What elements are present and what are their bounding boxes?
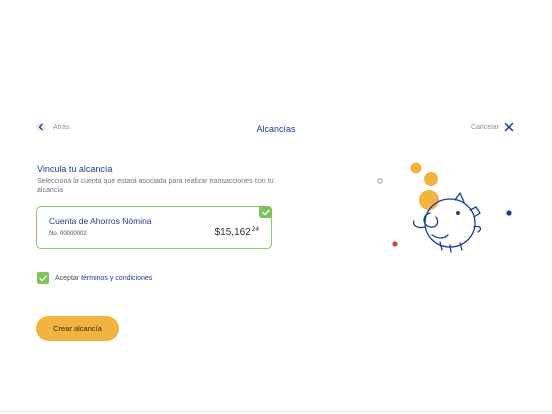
account-name: Cuenta de Ahorros Nómina xyxy=(49,216,152,226)
cancel-button[interactable]: Cancelar xyxy=(471,122,514,132)
create-piggy-bank-button[interactable]: Crear alcancía xyxy=(36,316,119,341)
blue-dot xyxy=(506,210,512,216)
balance-main: $15,162 xyxy=(214,227,251,238)
cancel-label: Cancelar xyxy=(470,123,499,131)
account-balance: $15,16224 xyxy=(214,226,259,238)
balance-cents: 24 xyxy=(251,226,259,233)
bottom-divider xyxy=(0,411,552,412)
terms-prefix: Aceptar xyxy=(55,274,80,282)
terms-label: Aceptar términos y condiciones xyxy=(55,275,152,282)
account-number: No. 00000002 xyxy=(49,231,87,237)
terms-link[interactable]: términos y condiciones xyxy=(81,275,152,282)
red-dot xyxy=(392,241,398,247)
section-title: Vincula tu alcancía xyxy=(37,164,113,174)
page: Atrás Alcancías Cancelar Vincula tu alca… xyxy=(0,0,552,414)
page-title: Alcancías xyxy=(256,124,296,134)
close-icon xyxy=(504,122,514,132)
section-description: Selecciona la cuenta que estará asociada… xyxy=(37,178,274,194)
selected-badge xyxy=(259,206,272,218)
coin-large xyxy=(419,190,439,210)
terms-row: Aceptar términos y condiciones xyxy=(37,272,152,284)
coin-small xyxy=(410,162,422,174)
terms-checkbox[interactable] xyxy=(37,272,49,284)
piggy-bank-illustration xyxy=(377,162,512,253)
account-card[interactable]: Cuenta de Ahorros Nómina No. 00000002 $1… xyxy=(36,206,272,249)
check-icon xyxy=(39,275,47,281)
coin-medium xyxy=(424,172,438,186)
check-icon xyxy=(261,209,270,215)
outline-dot xyxy=(377,178,383,184)
